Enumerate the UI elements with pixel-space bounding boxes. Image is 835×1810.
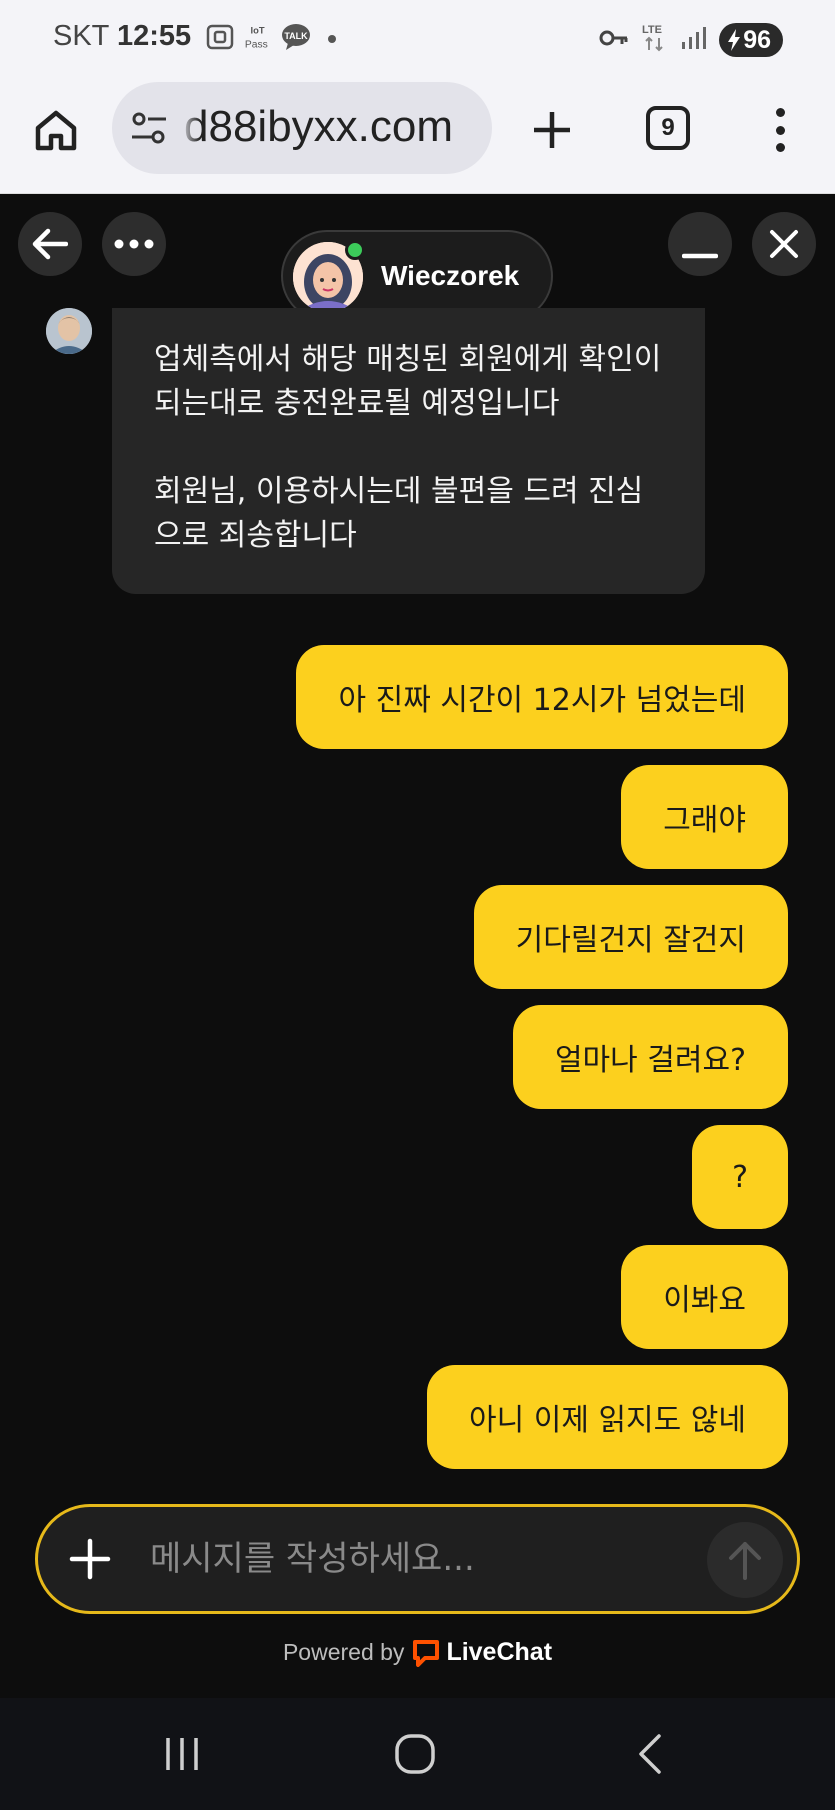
carrier-label: SKT — [53, 20, 110, 52]
vpn-key-icon — [599, 28, 629, 52]
user-message-bubble: 얼마나 걸려요? — [512, 1005, 788, 1109]
browser-toolbar: d88ibyxx.com 9 — [0, 78, 835, 194]
minimize-button[interactable] — [668, 212, 732, 276]
user-message-bubble: 이봐요 — [621, 1245, 788, 1349]
iot-pass-icon: IoT Pass — [243, 22, 273, 52]
browser-menu-button[interactable] — [766, 104, 794, 156]
new-tab-button[interactable] — [526, 104, 578, 156]
tab-count: 9 — [661, 114, 675, 141]
iot-label: IoT — [251, 25, 265, 35]
menu-dot — [775, 108, 785, 117]
system-navigation-bar — [0, 1698, 835, 1810]
address-bar[interactable]: d88ibyxx.com — [112, 82, 492, 174]
back-nav-button[interactable] — [620, 1728, 680, 1780]
back-button[interactable] — [18, 212, 82, 276]
message-input[interactable] — [150, 1529, 610, 1589]
charging-bolt-icon — [728, 29, 741, 51]
lte-label: LTE — [642, 24, 662, 36]
screen-capture-icon — [205, 22, 235, 52]
user-message-bubble: 아 진짜 시간이 12시가 넘었는데 — [296, 645, 788, 749]
home-circle-icon — [395, 1734, 435, 1774]
recent-apps-button[interactable] — [152, 1728, 212, 1780]
url-text: d88ibyxx.com — [184, 102, 454, 151]
agent-message-text: 회원님, 이용하시는데 불편을 드려 진심으로 죄송합니다 — [154, 474, 644, 553]
more-notifications-dot — [328, 35, 336, 43]
user-message-bubble: 아니 이제 읽지도 않네 — [426, 1365, 788, 1469]
lte-indicator: LTE — [641, 22, 669, 58]
status-bar: SKT 12:55 IoT Pass TALK LTE 96 — [0, 0, 835, 78]
home-button[interactable] — [30, 104, 82, 156]
talk-label: TALK — [284, 31, 308, 41]
system-icons: LTE 96 — [599, 22, 783, 58]
more-options-button[interactable] — [102, 212, 166, 276]
attach-plus-icon[interactable] — [68, 1537, 112, 1581]
powered-by-footer[interactable]: Powered by LiveChat — [0, 1638, 835, 1667]
user-message-bubble: 기다릴건지 잘건지 — [473, 885, 788, 989]
arrow-up-icon — [729, 1542, 761, 1580]
pass-label: Pass — [245, 39, 268, 50]
site-settings-icon[interactable] — [130, 110, 168, 146]
arrow-left-icon — [32, 228, 68, 260]
agent-message-avatar — [46, 308, 92, 354]
chevron-left-icon — [639, 1734, 661, 1774]
user-message-bubble: 그래야 — [621, 765, 788, 869]
talk-icon: TALK — [281, 22, 311, 52]
recent-apps-icon — [166, 1738, 198, 1770]
menu-dot — [775, 125, 785, 135]
livechat-brand-text: LiveChat — [446, 1638, 553, 1666]
home-nav-button[interactable] — [385, 1728, 445, 1780]
clock: 12:55 — [117, 20, 192, 52]
signal-icon — [681, 26, 707, 54]
agent-message-bubble: 업체측에서 해당 매칭된 회원에게 확인이 되는대로 충전완료될 예정입니다 회… — [112, 308, 705, 594]
online-status-dot — [345, 240, 365, 260]
message-composer — [35, 1504, 800, 1614]
url-fade — [180, 82, 200, 174]
notification-icons: IoT Pass TALK — [205, 22, 311, 52]
powered-by-label: Powered by — [282, 1639, 405, 1665]
agent-message-text: 업체측에서 해당 매칭된 회원에게 확인이 되는대로 충전완료될 예정입니다 — [154, 342, 662, 421]
home-icon — [35, 110, 77, 151]
battery-indicator: 96 — [719, 23, 783, 57]
battery-level: 96 — [743, 25, 771, 54]
livechat-brand: LiveChat — [412, 1638, 552, 1667]
more-horizontal-icon — [114, 239, 154, 249]
user-message-bubble: ? — [692, 1125, 788, 1229]
close-chat-button[interactable] — [752, 212, 816, 276]
menu-dot — [775, 143, 785, 152]
tab-switcher-button[interactable]: 9 — [646, 106, 690, 150]
plus-icon — [534, 112, 570, 148]
livechat-logo-icon — [413, 1639, 440, 1667]
send-button[interactable] — [707, 1522, 783, 1598]
close-icon — [770, 230, 798, 258]
minimize-icon — [682, 253, 718, 259]
agent-name: Wieczorek — [381, 260, 520, 291]
